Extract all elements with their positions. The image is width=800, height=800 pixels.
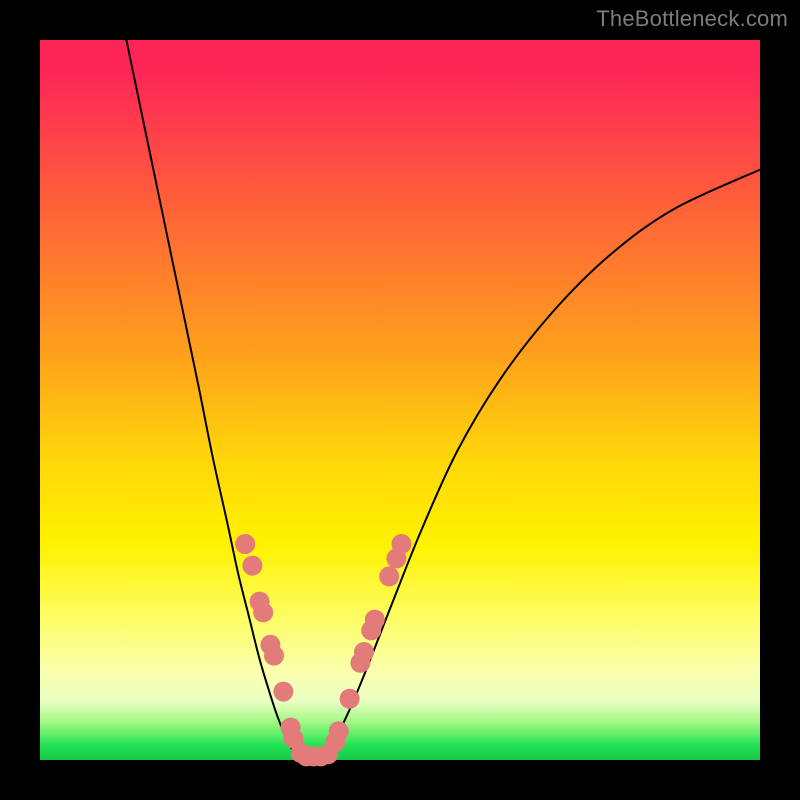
data-marker xyxy=(340,689,360,709)
data-marker xyxy=(264,646,284,666)
plot-area xyxy=(40,40,760,760)
right-branch-curve xyxy=(321,170,760,757)
chart-stage: TheBottleneck.com xyxy=(0,0,800,800)
data-marker xyxy=(242,556,262,576)
data-marker xyxy=(253,602,273,622)
data-marker xyxy=(379,566,399,586)
data-marker xyxy=(365,610,385,630)
data-marker xyxy=(329,721,349,741)
curve-layer xyxy=(40,40,760,760)
data-marker xyxy=(273,682,293,702)
watermark-text: TheBottleneck.com xyxy=(596,6,788,32)
marker-group xyxy=(235,534,411,766)
data-marker xyxy=(354,642,374,662)
data-marker xyxy=(235,534,255,554)
data-marker xyxy=(391,534,411,554)
